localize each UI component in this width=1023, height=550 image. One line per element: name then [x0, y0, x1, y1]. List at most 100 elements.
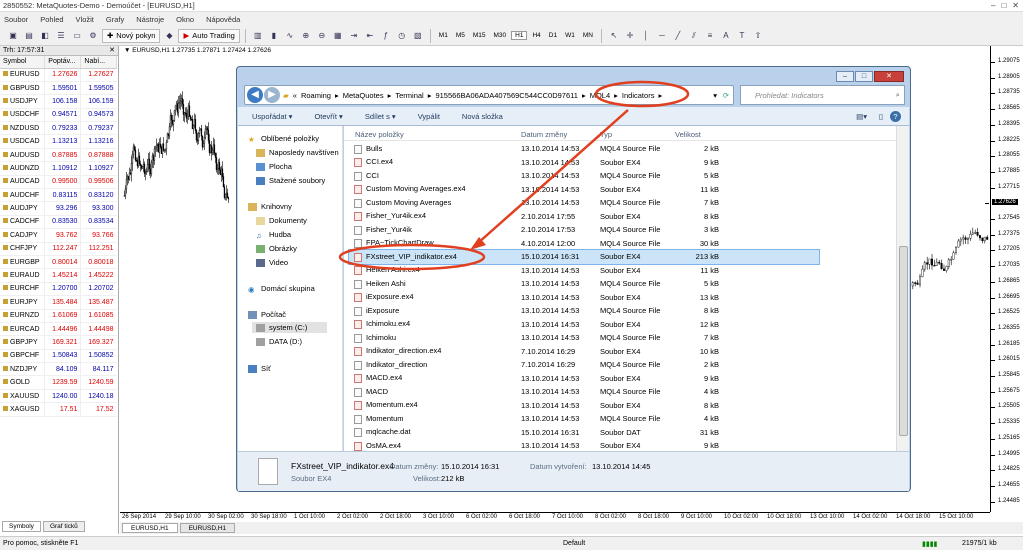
- tf-h1[interactable]: H1: [511, 31, 528, 40]
- tile-icon[interactable]: ▦: [331, 29, 345, 43]
- file-row[interactable]: Fisher_Yur4ik 2.10.2014 17:53 MQL4 Source …: [349, 223, 819, 237]
- col-symbol[interactable]: Symbol: [0, 56, 46, 69]
- tf-m15[interactable]: M15: [470, 32, 489, 39]
- bar-chart-icon[interactable]: ▥: [251, 29, 265, 43]
- file-row[interactable]: Fisher_Yur4ik.ex4 2.10.2014 17:55 Soubor E…: [349, 210, 819, 224]
- templates-icon[interactable]: ▧: [411, 29, 425, 43]
- breadcrumb-terminal[interactable]: Terminal: [395, 91, 423, 100]
- menu-soubor[interactable]: Soubor: [4, 15, 28, 24]
- candle-chart-icon[interactable]: ▮: [267, 29, 281, 43]
- table-row[interactable]: USDCAD 1.13213 1.13216: [0, 134, 117, 149]
- nav-network[interactable]: Síť: [248, 364, 271, 373]
- navigator-icon[interactable]: ☰: [54, 29, 68, 43]
- tab-graf-ticku[interactable]: Graf ticků: [42, 521, 85, 532]
- file-row[interactable]: MACD 13.10.2014 14:53 MQL4 Source File 4 kB: [349, 385, 819, 399]
- profiles-icon[interactable]: ▤: [22, 29, 36, 43]
- nav-recent[interactable]: Naposledy navštíven: [256, 148, 339, 157]
- autoscroll-icon[interactable]: ⇥: [347, 29, 361, 43]
- search-input[interactable]: Prohledat: Indicators ⌕: [740, 85, 905, 105]
- file-row[interactable]: Custom Moving Averages.ex4 13.10.2014 14:…: [349, 183, 819, 197]
- menu-grafy[interactable]: Grafy: [106, 15, 124, 24]
- table-row[interactable]: XAGUSD 17.51 17.52: [0, 402, 117, 417]
- menu-napoveda[interactable]: Nápověda: [206, 15, 240, 24]
- col-ask[interactable]: Nabí...: [80, 56, 117, 69]
- share-button[interactable]: Sdílet s ▾: [365, 112, 396, 121]
- zoom-in-icon[interactable]: ⊕: [299, 29, 313, 43]
- table-row[interactable]: EURCHF 1.20700 1.20702: [0, 282, 117, 297]
- file-row[interactable]: Heiken Ashi.ex4 13.10.2014 14:53 Soubor EX…: [349, 264, 819, 278]
- tf-mn[interactable]: MN: [580, 32, 596, 39]
- table-row[interactable]: USDCHF 0.94571 0.94573: [0, 108, 117, 123]
- back-icon[interactable]: ◀: [247, 87, 263, 103]
- view-options-icon[interactable]: ▤▾: [856, 112, 867, 121]
- burn-button[interactable]: Vypálit: [418, 112, 440, 121]
- chart-tab-eurusd-h1[interactable]: EURUSD,H1: [122, 523, 178, 533]
- menu-okno[interactable]: Okno: [176, 15, 194, 24]
- help-icon[interactable]: ?: [890, 110, 901, 122]
- chart-tab-eurusd-h1-2[interactable]: EURUSD,H1: [179, 523, 236, 533]
- file-row[interactable]: FXstreet_VIP_indikator.ex4 15.10.2014 16:…: [348, 249, 820, 265]
- cursor-icon[interactable]: ↖: [607, 29, 621, 43]
- zoom-out-icon[interactable]: ⊖: [315, 29, 329, 43]
- nav-desktop[interactable]: Plocha: [256, 162, 292, 171]
- table-row[interactable]: EURGBP 0.80014 0.80018: [0, 255, 117, 270]
- file-row[interactable]: CCI 13.10.2014 14:53 MQL4 Source File 5 kB: [349, 169, 819, 183]
- organize-button[interactable]: Uspořádat ▾: [252, 112, 292, 121]
- text-icon[interactable]: A: [719, 29, 733, 43]
- breadcrumb-metaquotes[interactable]: MetaQuotes: [343, 91, 384, 100]
- file-row[interactable]: Momentum.ex4 13.10.2014 14:53 Soubor EX4 8 …: [349, 399, 819, 413]
- tf-d1[interactable]: D1: [546, 32, 560, 39]
- table-row[interactable]: AUDJPY 93.296 93.300: [0, 201, 117, 216]
- close-icon[interactable]: ✕: [109, 46, 115, 56]
- tester-icon[interactable]: ⚙: [86, 29, 100, 43]
- file-list-scrollbar[interactable]: [896, 126, 909, 451]
- indicators-icon[interactable]: ƒ: [379, 29, 393, 43]
- table-row[interactable]: GBPJPY 169.321 169.327: [0, 335, 117, 350]
- nav-video[interactable]: Video: [256, 258, 288, 267]
- table-row[interactable]: AUDUSD 0.87885 0.87888: [0, 148, 117, 163]
- menu-pohled[interactable]: Pohled: [40, 15, 63, 24]
- table-row[interactable]: EURJPY 135.484 135.487: [0, 295, 117, 310]
- table-row[interactable]: EURAUD 1.45214 1.45222: [0, 268, 117, 283]
- col-size[interactable]: Velikost: [675, 130, 701, 139]
- open-button[interactable]: Otevřít ▾: [314, 112, 342, 121]
- file-row[interactable]: iExposure.ex4 13.10.2014 14:53 Soubor EX4 1…: [349, 291, 819, 305]
- col-type[interactable]: Typ: [600, 130, 612, 139]
- close-icon[interactable]: ✕: [1012, 1, 1019, 10]
- tf-m30[interactable]: M30: [491, 32, 510, 39]
- file-row[interactable]: Custom Moving Averages 13.10.2014 14:53 MQ…: [349, 196, 819, 210]
- arrows-icon[interactable]: ⇧: [751, 29, 765, 43]
- new-folder-button[interactable]: Nová složka: [462, 112, 503, 121]
- chart-shift-icon[interactable]: ⇤: [363, 29, 377, 43]
- new-order-button[interactable]: ✚ Nový pokyn: [102, 28, 161, 43]
- file-row[interactable]: mqlcache.dat 15.10.2014 16:31 Soubor DAT 31…: [349, 426, 819, 440]
- file-row[interactable]: Bulls 13.10.2014 14:53 MQL4 Source File 2 k…: [349, 142, 819, 156]
- file-row[interactable]: Momentum 13.10.2014 14:53 MQL4 Source File…: [349, 412, 819, 426]
- preview-pane-icon[interactable]: ▯: [879, 112, 883, 121]
- maximize-icon[interactable]: □: [855, 71, 873, 82]
- col-name[interactable]: Název položky: [355, 130, 404, 139]
- tf-w1[interactable]: W1: [562, 32, 578, 39]
- nav-homegroup[interactable]: ◉ Domácí skupina: [248, 284, 315, 294]
- breadcrumb-mql4[interactable]: MQL4: [590, 91, 610, 100]
- label-icon[interactable]: T: [735, 29, 749, 43]
- horizontal-line-icon[interactable]: ─: [655, 29, 669, 43]
- refresh-icon[interactable]: ⟳: [723, 91, 729, 100]
- file-row[interactable]: Ichimoku 13.10.2014 14:53 MQL4 Source File…: [349, 331, 819, 345]
- nav-downloads[interactable]: Stažené soubory: [256, 176, 325, 185]
- tf-m1[interactable]: M1: [436, 32, 451, 39]
- nav-system-c[interactable]: system (C:): [252, 322, 328, 333]
- close-icon[interactable]: ✕: [874, 71, 904, 82]
- menu-vlozit[interactable]: Vložit: [76, 15, 94, 24]
- table-row[interactable]: AUDCAD 0.99500 0.99506: [0, 175, 117, 190]
- table-row[interactable]: GBPUSD 1.59501 1.59505: [0, 81, 117, 96]
- nav-pictures[interactable]: Obrázky: [256, 244, 297, 253]
- file-row[interactable]: MACD.ex4 13.10.2014 14:53 Soubor EX4 9 kB: [349, 372, 819, 386]
- scrollbar-thumb[interactable]: [899, 246, 908, 436]
- file-row[interactable]: Ichimoku.ex4 13.10.2014 14:53 Soubor EX4 12…: [349, 318, 819, 332]
- table-row[interactable]: USDJPY 106.158 106.159: [0, 94, 117, 109]
- file-row[interactable]: FPA~TickChartDraw 4.10.2014 12:00 MQL4 Sou…: [349, 237, 819, 251]
- minimize-icon[interactable]: –: [991, 1, 995, 10]
- line-chart-icon[interactable]: ∿: [283, 29, 297, 43]
- table-row[interactable]: EURNZD 1.61069 1.61085: [0, 309, 117, 323]
